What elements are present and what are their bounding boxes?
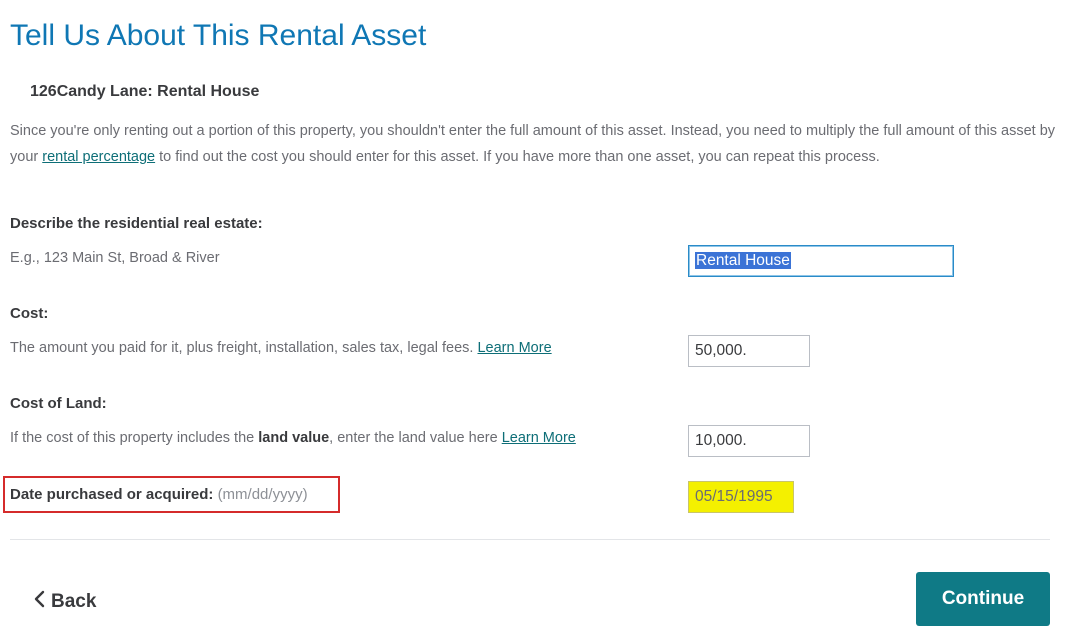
intro-text-part2: to find out the cost you should enter fo… bbox=[155, 149, 880, 165]
asset-name: 126Candy Lane: Rental House bbox=[30, 83, 260, 100]
divider bbox=[10, 539, 1050, 540]
cost-help: The amount you paid for it, plus freight… bbox=[10, 340, 552, 356]
back-button-label: Back bbox=[51, 591, 97, 612]
land-cost-input[interactable]: 10,000. bbox=[688, 425, 810, 457]
land-cost-help: If the cost of this property includes th… bbox=[10, 430, 576, 446]
land-help-part1: If the cost of this property includes th… bbox=[10, 430, 259, 446]
land-help-bold: land value bbox=[258, 430, 330, 446]
date-input[interactable]: 05/15/1995 bbox=[688, 481, 794, 513]
description-help: E.g., 123 Main St, Broad & River bbox=[10, 250, 220, 266]
cost-help-text: The amount you paid for it, plus freight… bbox=[10, 340, 474, 356]
chevron-left-icon bbox=[33, 590, 47, 614]
cost-learn-more-link[interactable]: Learn More bbox=[477, 340, 551, 356]
description-value: Rental House bbox=[695, 252, 791, 269]
cost-label: Cost: bbox=[10, 305, 49, 322]
back-button[interactable]: Back bbox=[33, 590, 96, 614]
rental-percentage-link[interactable]: rental percentage bbox=[42, 149, 155, 165]
page-title: Tell Us About This Rental Asset bbox=[10, 19, 427, 52]
land-help-part2: , enter the land value here bbox=[329, 430, 498, 446]
land-cost-label: Cost of Land: bbox=[10, 395, 107, 412]
intro-text: Since you're only renting out a portion … bbox=[10, 118, 1060, 170]
description-label: Describe the residential real estate: bbox=[10, 215, 263, 232]
annotation-highlight-box bbox=[3, 476, 340, 513]
cost-input[interactable]: 50,000. bbox=[688, 335, 810, 367]
land-learn-more-link[interactable]: Learn More bbox=[502, 430, 576, 446]
continue-button[interactable]: Continue bbox=[916, 572, 1050, 626]
description-input[interactable]: Rental House bbox=[688, 245, 954, 277]
